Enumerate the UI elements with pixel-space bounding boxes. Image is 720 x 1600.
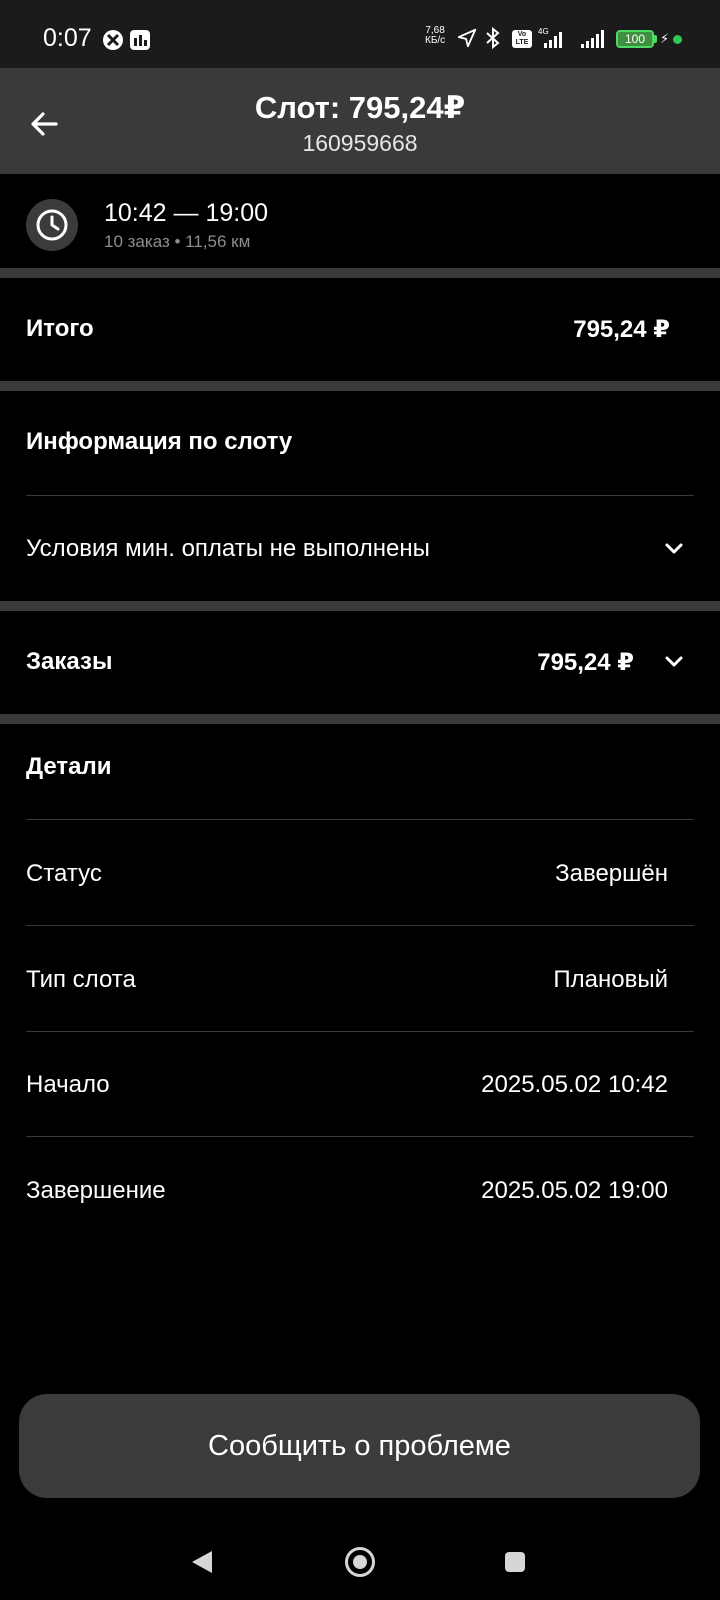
bluetooth-icon <box>486 26 500 50</box>
section-divider <box>0 268 720 278</box>
app-header: Слот: 795,24₽ 160959668 <box>0 68 720 174</box>
report-problem-button[interactable]: Сообщить о проблеме <box>19 1394 700 1498</box>
orders-label: Заказы <box>26 648 113 675</box>
battery-tip <box>654 35 657 43</box>
network-speed: 7,68 КБ/с <box>425 25 446 46</box>
svg-text:4G: 4G <box>538 27 549 36</box>
nav-recents-icon[interactable] <box>505 1552 525 1572</box>
chevron-down-icon <box>665 543 683 554</box>
slot-condition-text: Условия мин. оплаты не выполнены <box>26 535 430 562</box>
divider-line <box>26 495 694 496</box>
details-title: Детали <box>26 753 112 780</box>
section-divider <box>0 381 720 391</box>
detail-start-label: Начало <box>26 1071 110 1098</box>
chevron-down-icon <box>665 656 683 667</box>
app-notification-icon-2 <box>130 30 150 50</box>
detail-end-label: Завершение <box>26 1177 166 1204</box>
app-notification-icon <box>103 30 123 50</box>
divider-line <box>26 1031 694 1032</box>
detail-start-value: 2025.05.02 10:42 <box>481 1071 668 1098</box>
detail-slot-type-label: Тип слота <box>26 966 136 993</box>
clock-icon <box>36 209 68 241</box>
signal-4g-icon: 4G <box>538 27 562 48</box>
battery-icon: 100 <box>616 30 654 48</box>
detail-status-label: Статус <box>26 860 102 887</box>
orders-value: 795,24 ₽ <box>537 649 634 676</box>
divider-line <box>26 819 694 820</box>
location-arrow-icon <box>457 28 477 48</box>
total-value: 795,24 ₽ <box>573 316 670 343</box>
slot-id: 160959668 <box>302 130 418 156</box>
detail-slot-type-value: Плановый <box>553 966 668 993</box>
section-divider <box>0 714 720 724</box>
orders-distance-summary: 10 заказ • 11,56 км <box>104 232 251 251</box>
total-label: Итого <box>26 315 94 342</box>
nav-home-icon[interactable] <box>345 1547 375 1577</box>
status-time: 0:07 <box>43 24 92 52</box>
detail-end-value: 2025.05.02 19:00 <box>481 1177 668 1204</box>
divider-line <box>26 925 694 926</box>
section-divider <box>0 601 720 611</box>
privacy-indicator-dot <box>673 35 682 44</box>
divider-line <box>26 1136 694 1137</box>
time-range: 10:42 — 19:00 <box>104 199 269 227</box>
page-title: Слот: 795,24₽ <box>254 90 466 125</box>
signal-icon <box>581 30 604 48</box>
volte-icon: Vo LTE <box>512 30 532 48</box>
nav-back-icon[interactable] <box>190 1549 214 1575</box>
status-bar: 0:07 7,68 КБ/с Vo LTE 4G 100 ⚡ <box>0 0 720 68</box>
clock-icon-badge <box>26 199 78 251</box>
detail-status-value: Завершён <box>555 860 668 887</box>
charging-icon: ⚡ <box>660 31 670 46</box>
slot-info-title: Информация по слоту <box>26 428 293 455</box>
